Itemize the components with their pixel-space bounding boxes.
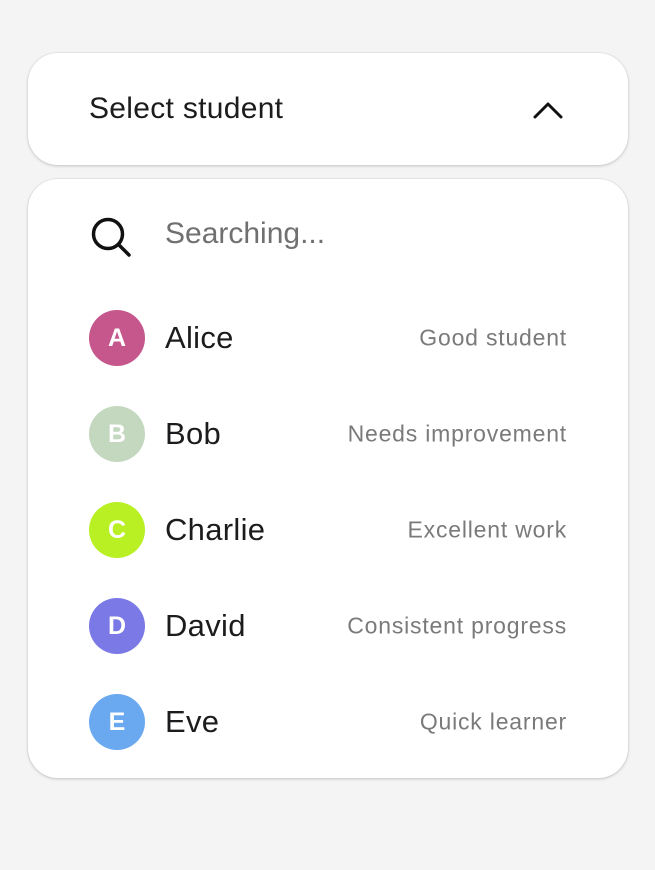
avatar-initial: E [108, 707, 126, 736]
avatar: B [89, 406, 145, 462]
search-icon [91, 217, 131, 257]
chevron-up-icon[interactable] [531, 93, 565, 127]
student-name: Charlie [165, 512, 266, 547]
avatar-initial: D [107, 611, 127, 640]
student-name: Alice [165, 320, 234, 355]
student-note: Consistent progress [347, 612, 567, 639]
avatar: C [89, 502, 145, 558]
avatar-initial: A [107, 323, 127, 352]
avatar: D [89, 598, 145, 654]
avatar: E [89, 694, 145, 750]
student-item-charlie[interactable]: C Charlie Excellent work [28, 482, 628, 578]
student-note: Quick learner [419, 708, 567, 735]
student-name: David [165, 608, 246, 643]
student-item-david[interactable]: D David Consistent progress [28, 578, 628, 674]
student-item-bob[interactable]: B Bob Needs improvement [28, 386, 628, 482]
student-dropdown: A Alice Good student B Bob Needs improve… [28, 179, 628, 778]
student-list: A Alice Good student B Bob Needs improve… [28, 290, 628, 770]
search-input[interactable] [165, 209, 565, 259]
student-item-alice[interactable]: A Alice Good student [28, 290, 628, 386]
student-note: Excellent work [407, 516, 567, 543]
student-name: Bob [165, 416, 222, 451]
student-note: Good student [419, 324, 567, 351]
search-row [28, 179, 628, 289]
student-note: Needs improvement [347, 420, 567, 447]
student-item-eve[interactable]: E Eve Quick learner [28, 674, 628, 770]
student-name: Eve [165, 704, 220, 739]
avatar: A [89, 310, 145, 366]
avatar-initial: B [107, 419, 127, 448]
student-select[interactable]: Select student [28, 53, 628, 165]
avatar-initial: C [107, 515, 127, 544]
select-label: Select student [89, 92, 284, 125]
